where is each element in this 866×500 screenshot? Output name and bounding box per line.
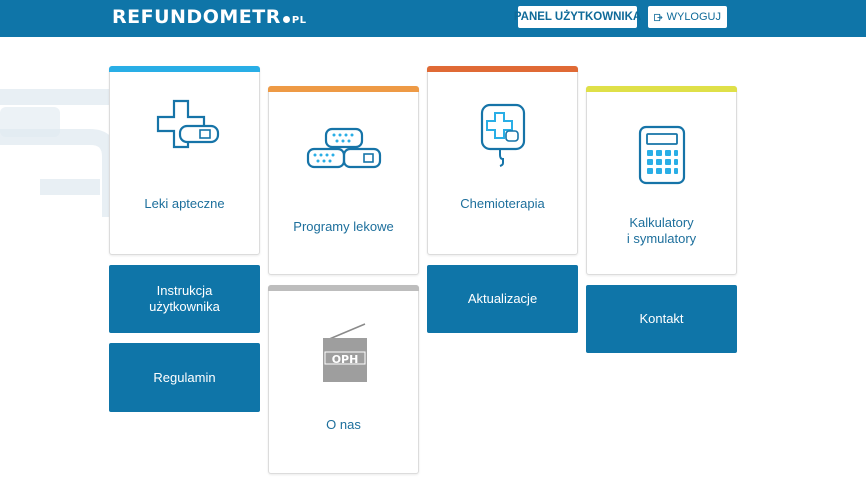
regulamin-button[interactable]: Regulamin	[109, 343, 260, 412]
top-header: REFUNDOMETR PL PANEL UŻYTKOWNIKA WYLOGUJ	[0, 0, 866, 37]
tile-accent-bar	[427, 66, 578, 72]
tile-programy-lekowe[interactable]: Programy lekowe	[268, 86, 419, 275]
tile-label-line2: i symulatory	[626, 231, 697, 246]
tile-label: Leki apteczne	[144, 196, 225, 211]
tile-accent-bar	[268, 285, 419, 291]
logo-text: REFUNDOMETR	[112, 6, 281, 28]
calculator-icon	[638, 125, 685, 185]
tile-chemioterapia[interactable]: Chemioterapia	[427, 66, 578, 255]
aktualizacje-label: Aktualizacje	[467, 291, 538, 306]
kontakt-label: Kontakt	[639, 311, 684, 326]
logout-icon	[654, 13, 663, 21]
tile-kalkulatory[interactable]: Kalkulatory i symulatory	[586, 86, 737, 275]
tile-leki-apteczne[interactable]: Leki apteczne	[109, 66, 260, 255]
tile-label: Programy lekowe	[293, 219, 394, 234]
instrukcja-label-line2: użytkownika	[149, 299, 220, 314]
tile-accent-bar	[109, 66, 260, 72]
instrukcja-button[interactable]: Instrukcja użytkownika	[109, 265, 260, 333]
logout-button[interactable]: WYLOGUJ	[648, 6, 727, 28]
tile-label: O nas	[326, 417, 361, 432]
logout-label: WYLOGUJ	[666, 11, 721, 23]
user-panel-label: PANEL UŻYTKOWNIKA	[513, 11, 642, 23]
logo[interactable]: REFUNDOMETR PL	[112, 6, 307, 28]
pills-icon	[306, 127, 381, 169]
oph-text: OPH	[331, 353, 359, 366]
iv-drip-icon	[480, 103, 525, 167]
tile-o-nas[interactable]: OPH O nas	[268, 285, 419, 474]
logo-tld: PL	[291, 15, 307, 26]
tile-label-line1: Kalkulatory	[629, 215, 694, 230]
logo-dot	[282, 16, 290, 23]
cross-pill-icon	[156, 99, 219, 149]
tile-accent-bar	[268, 86, 419, 92]
user-panel-button[interactable]: PANEL UŻYTKOWNIKA	[514, 6, 641, 28]
regulamin-label: Regulamin	[153, 369, 216, 385]
instrukcja-label-line1: Instrukcja	[156, 283, 213, 298]
aktualizacje-button[interactable]: Aktualizacje	[427, 265, 578, 333]
tile-accent-bar	[586, 86, 737, 92]
tile-label: Chemioterapia	[460, 196, 545, 211]
kontakt-button[interactable]: Kontakt	[586, 285, 737, 353]
